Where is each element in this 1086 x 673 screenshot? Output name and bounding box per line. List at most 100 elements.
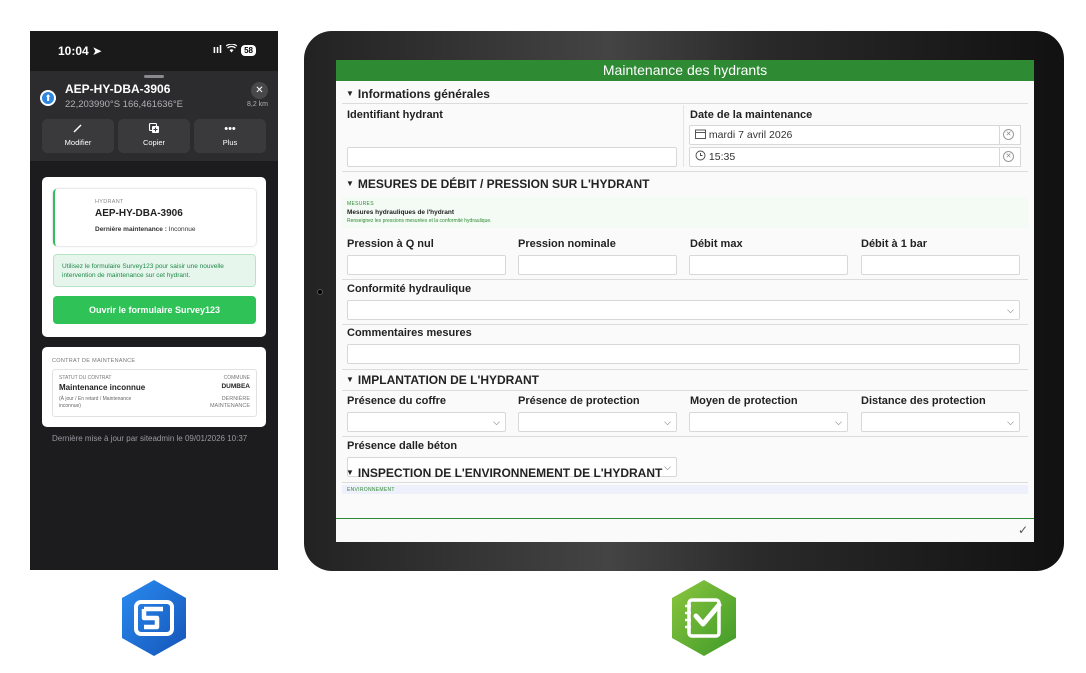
submit-check-icon[interactable]: ✓ <box>1018 523 1028 537</box>
debit-max-label: Débit max <box>690 238 743 250</box>
mesures-help: Renseignez les pressions mesurées et la … <box>347 218 492 224</box>
date-clear-button[interactable]: ✕ <box>999 125 1021 145</box>
column-divider <box>683 105 684 167</box>
tablet-device: Maintenance des hydrants ▼ Informations g… <box>304 31 1064 571</box>
divider <box>342 171 1028 172</box>
clock-icon <box>695 150 709 163</box>
chevron-down-icon: ⌵ <box>664 462 671 472</box>
hydrant-info-card: HYDRANT AEP-HY-DBA-3906 Dernière mainten… <box>53 189 256 246</box>
chevron-down-icon: ▼ <box>346 179 354 188</box>
status-icons: ııl 58 <box>213 43 256 56</box>
debit-1bar-label: Débit à 1 bar <box>861 238 928 250</box>
contract-status-note: (À jour / En retard / Maintenance inconn… <box>59 396 132 409</box>
pression-nominale-label: Pression nominale <box>518 238 616 250</box>
contract-status-value: Maintenance inconnue <box>59 383 146 392</box>
copy-icon <box>118 122 190 136</box>
section-mesures[interactable]: ▼ MESURES DE DÉBIT / PRESSION SUR L'HYDRA… <box>346 177 649 191</box>
pression-q-nul-label: Pression à Q nul <box>347 238 434 250</box>
chevron-down-icon: ⌵ <box>493 417 500 427</box>
presence-coffre-select[interactable]: ⌵ <box>347 412 506 432</box>
more-icon: ••• <box>224 123 236 135</box>
copier-button[interactable]: Copier <box>118 119 190 153</box>
debit-max-input[interactable] <box>689 255 848 275</box>
presence-protection-label: Présence de protection <box>518 395 640 407</box>
hydrant-feature-icon: ⬆ <box>40 90 56 106</box>
chevron-down-icon: ⌵ <box>664 417 671 427</box>
contract-details: STATUT DU CONTRAT Maintenance inconnue (… <box>52 369 257 417</box>
pencil-icon <box>42 122 114 136</box>
wifi-icon <box>225 43 238 56</box>
form-title: Maintenance des hydrants <box>336 60 1034 81</box>
distance-protection-label: Distance des protection <box>861 395 986 407</box>
section-informations-generales[interactable]: ▼ Informations générales <box>346 87 490 101</box>
chevron-down-icon: ⌵ <box>1007 305 1014 315</box>
chevron-down-icon: ▼ <box>346 89 354 98</box>
date-label: Date de la maintenance <box>690 109 813 121</box>
moyen-protection-label: Moyen de protection <box>690 395 798 407</box>
environnement-kicker: ENVIRONNEMENT <box>347 487 395 493</box>
calendar-icon <box>695 129 709 141</box>
survey-info-box: Utilisez le formulaire Survey123 pour sa… <box>53 254 256 287</box>
commune-value: DUMBEA <box>221 383 250 390</box>
feature-title: AEP-HY-DBA-3906 <box>65 82 171 96</box>
presence-protection-select[interactable]: ⌵ <box>518 412 677 432</box>
form-body: ▼ Informations générales Identifiant hydr… <box>336 81 1034 518</box>
environnement-band <box>342 485 1028 494</box>
divider <box>342 369 1028 370</box>
open-survey123-button[interactable]: Ouvrir le formulaire Survey123 <box>53 296 256 324</box>
field-maps-app-icon <box>119 578 189 658</box>
time-input[interactable]: 15:35 <box>689 147 1000 167</box>
close-button[interactable]: ✕ <box>251 82 268 99</box>
last-update-note: Dernière mise à jour par siteadmin le 09… <box>52 434 248 443</box>
identifiant-label: Identifiant hydrant <box>347 109 443 121</box>
dalle-beton-label: Présence dalle béton <box>347 440 458 452</box>
form-footer: ✓ <box>336 518 1034 542</box>
chevron-down-icon: ▼ <box>346 468 354 477</box>
camera-icon <box>317 289 323 295</box>
last-maintenance-text: Dernière maintenance : Inconnue <box>95 226 196 233</box>
phone-screen: 10:04 ➤ ııl 58 ⬆ AEP-HY-DBA-3906 22,2039… <box>30 31 278 570</box>
contract-status-label: STATUT DU CONTRAT <box>59 375 112 381</box>
feature-coordinates: 22,203990°S 166,461636°E <box>65 99 184 110</box>
pression-q-nul-input[interactable] <box>347 255 506 275</box>
date-input[interactable]: mardi 7 avril 2026 <box>689 125 1000 145</box>
battery-icon: 58 <box>241 44 256 56</box>
mesures-subtitle: Mesures hydrauliques de l'hydrant <box>347 209 455 216</box>
hydrant-kicker: HYDRANT <box>95 199 124 205</box>
conformite-select[interactable]: ⌵ <box>347 300 1020 320</box>
modifier-button[interactable]: Modifier <box>42 119 114 153</box>
location-arrow-icon: ➤ <box>92 44 103 58</box>
chevron-down-icon: ⌵ <box>835 417 842 427</box>
commentaires-input[interactable] <box>347 344 1020 364</box>
clear-icon: ✕ <box>1003 129 1014 140</box>
commune-label: COMMUNE <box>223 375 250 381</box>
divider <box>342 436 1028 437</box>
divider <box>342 324 1028 325</box>
distance-protection-select[interactable]: ⌵ <box>861 412 1020 432</box>
time-clear-button[interactable]: ✕ <box>999 147 1021 167</box>
hydrant-name: AEP-HY-DBA-3906 <box>95 208 183 219</box>
divider <box>342 482 1028 483</box>
mesures-kicker: MESURES <box>347 201 374 207</box>
contract-card: CONTRAT DE MAINTENANCE STATUT DU CONTRAT… <box>42 347 266 427</box>
debit-1bar-input[interactable] <box>861 255 1020 275</box>
sheet-drag-handle[interactable] <box>144 75 164 78</box>
section-inspection-title[interactable]: ▼ INSPECTION DE L'ENVIRONNEMENT DE L'HYDR… <box>346 466 662 480</box>
contract-title: CONTRAT DE MAINTENANCE <box>52 358 136 364</box>
commentaires-label: Commentaires mesures <box>347 327 472 339</box>
feature-distance: 8,2 km <box>246 101 268 108</box>
clear-icon: ✕ <box>1003 151 1014 162</box>
chevron-down-icon: ⌵ <box>1007 417 1014 427</box>
divider <box>342 103 1028 104</box>
close-icon: ✕ <box>255 85 264 96</box>
presence-coffre-label: Présence du coffre <box>347 395 447 407</box>
moyen-protection-select[interactable]: ⌵ <box>689 412 848 432</box>
hydrant-summary-card: HYDRANT AEP-HY-DBA-3906 Dernière mainten… <box>42 177 266 337</box>
last-maintenance-label: DERNIÈRE MAINTENANCE <box>209 396 250 410</box>
identifiant-input[interactable] <box>347 147 677 167</box>
status-time: 10:04 ➤ <box>58 44 103 58</box>
pression-nominale-input[interactable] <box>518 255 677 275</box>
status-bar: 10:04 ➤ ııl 58 <box>30 31 278 71</box>
plus-button[interactable]: ••• Plus <box>194 119 266 153</box>
section-implantation[interactable]: ▼ IMPLANTATION DE L'HYDRANT <box>346 373 539 387</box>
